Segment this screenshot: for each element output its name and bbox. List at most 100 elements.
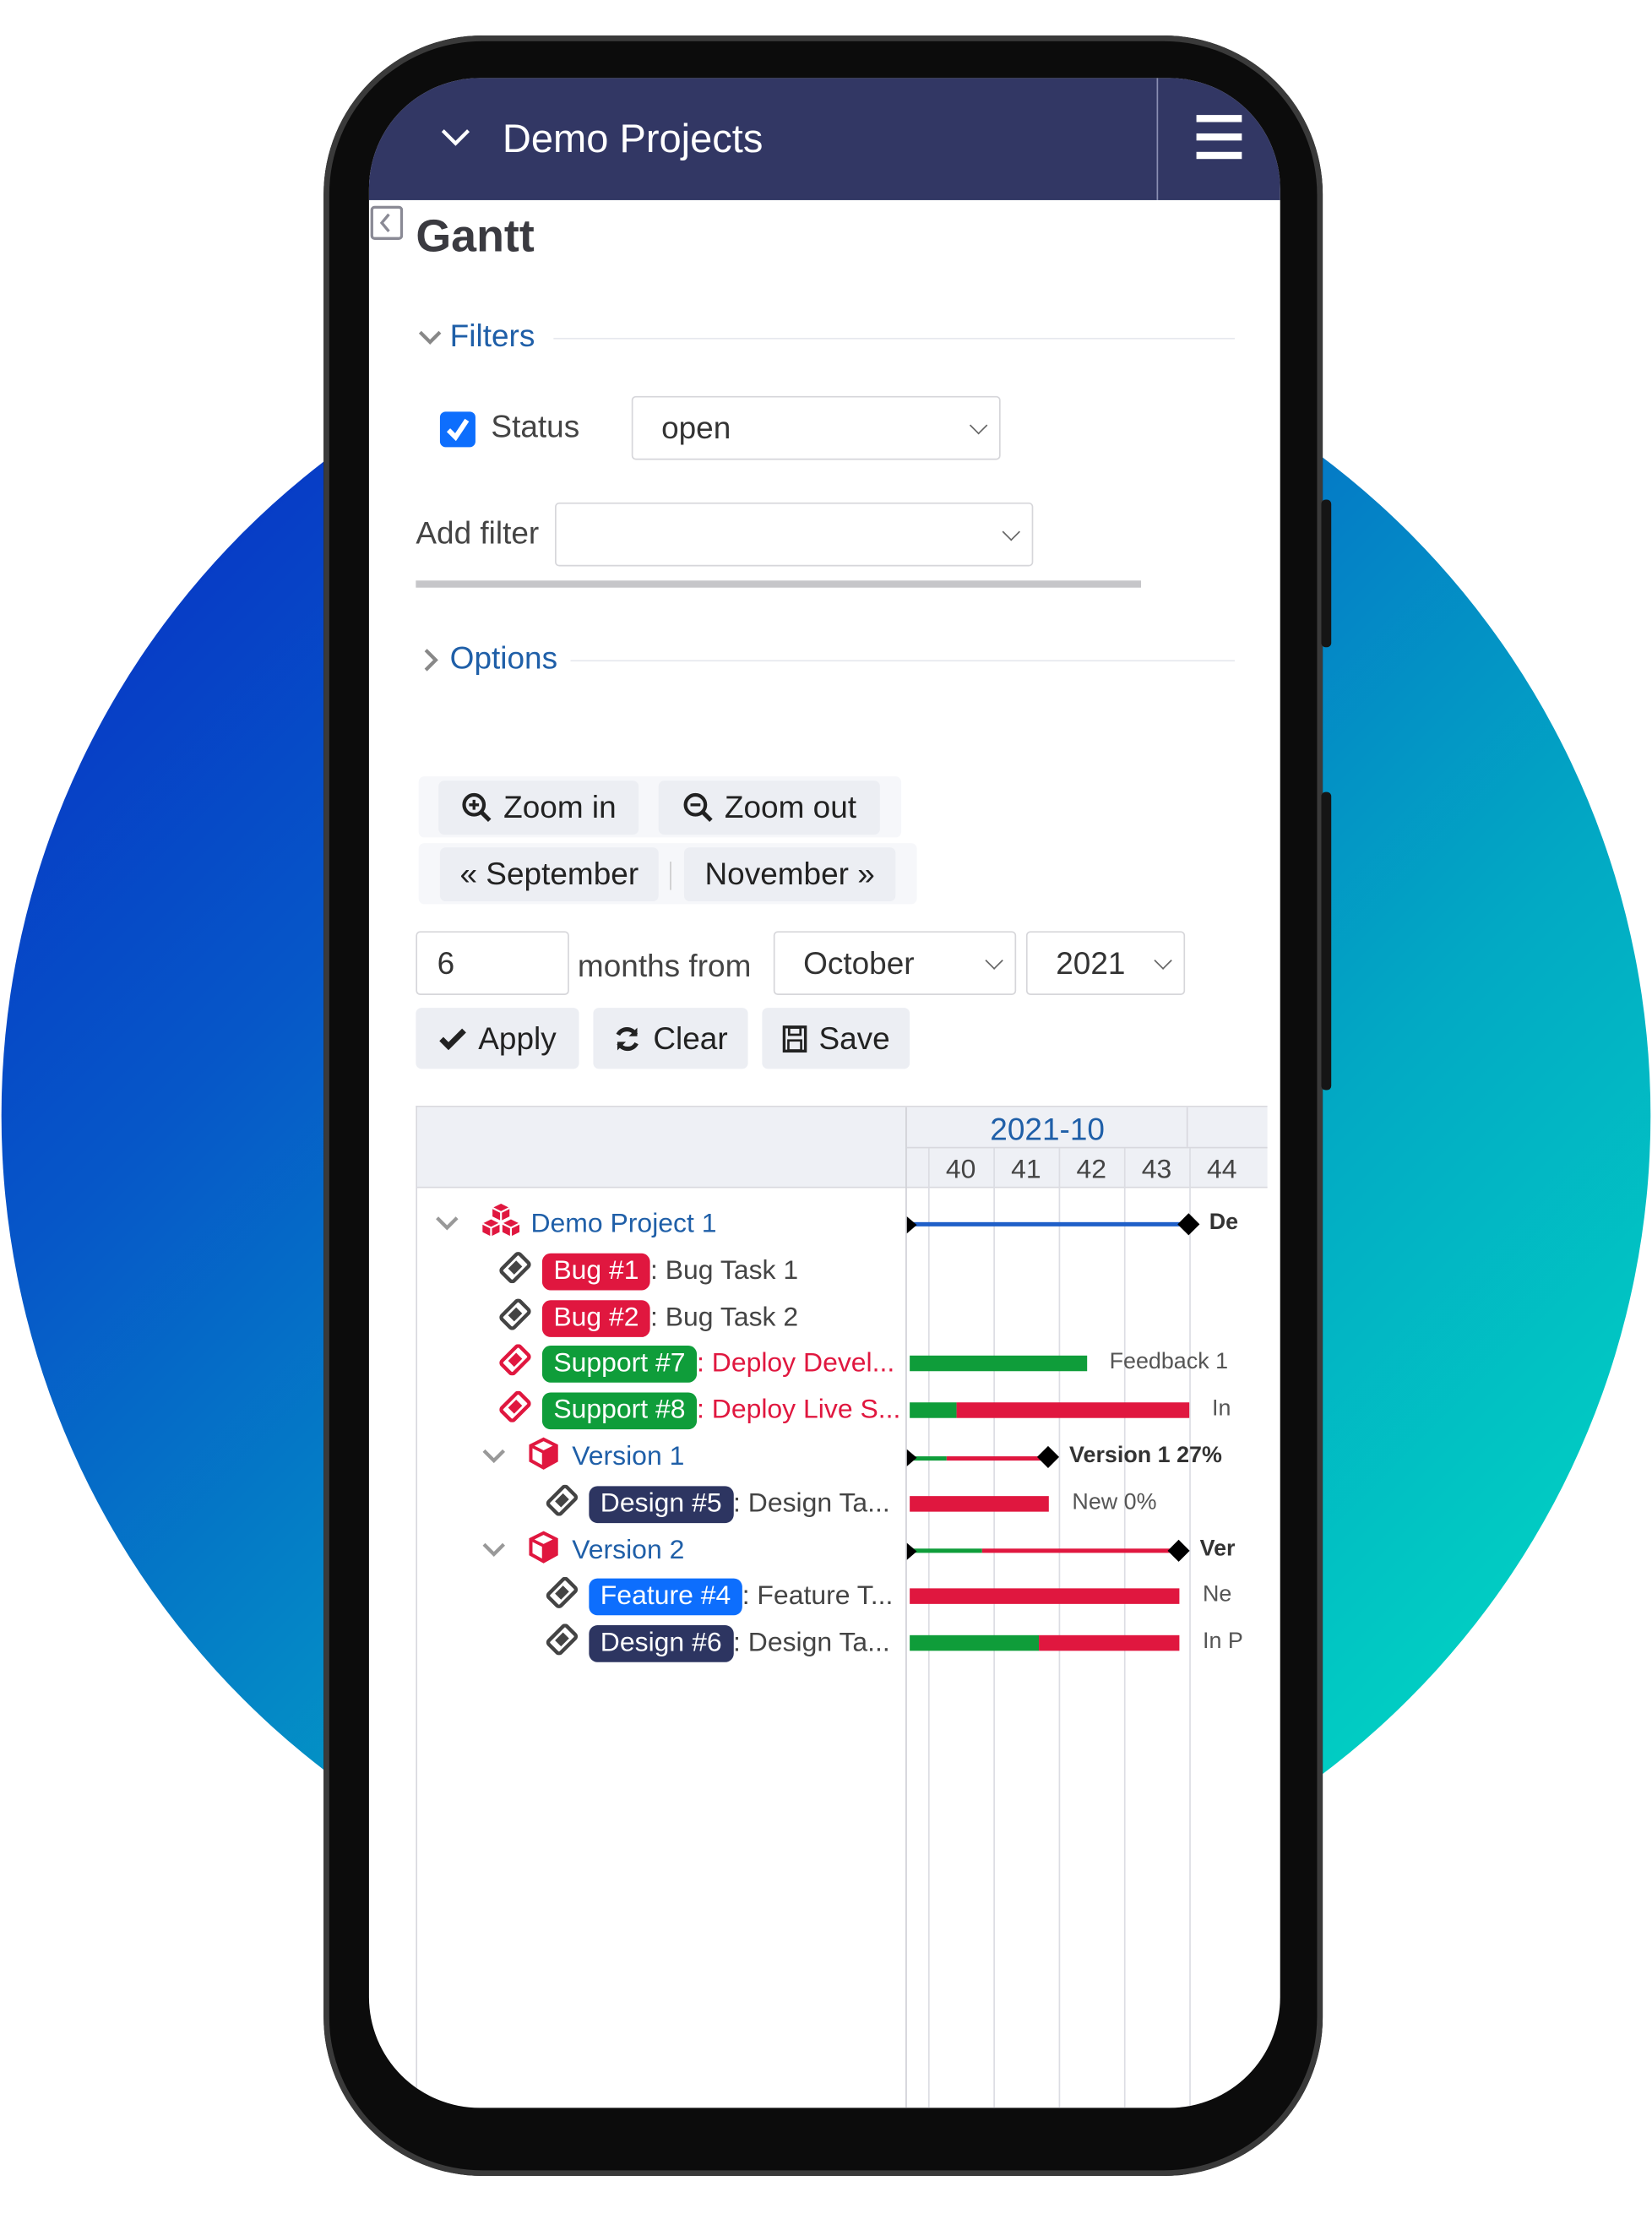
issue-bar-todo[interactable] [1039,1635,1181,1651]
project-bar[interactable] [909,1221,1190,1226]
chevron-down-icon[interactable] [481,1448,507,1465]
options-toggle[interactable]: Options [450,640,557,677]
project-selector[interactable]: Demo Projects [503,117,764,162]
check-icon [439,1027,466,1050]
sidebar-toggle-icon[interactable] [370,205,404,240]
version-name[interactable]: Version 1 [572,1442,684,1473]
next-month-button[interactable]: November » [683,847,896,902]
bar-label: De [1209,1210,1239,1235]
bar-label: In P [1203,1629,1243,1654]
week-header: 40 [945,1155,976,1186]
chevron-down-icon[interactable] [417,329,443,346]
apply-button[interactable]: Apply [416,1008,579,1069]
gantt-row-issue[interactable]: Bug #1: Bug Task 1 [417,1250,901,1292]
divider [553,337,1235,340]
gantt-splitter[interactable] [905,1107,907,2108]
clear-button[interactable]: Clear [593,1008,748,1069]
zoom-out-button[interactable]: Zoom out [658,780,880,835]
week-gridline [1058,1148,1061,2108]
divider [670,862,671,890]
version-name[interactable]: Version 2 [572,1536,684,1567]
issue-bar-done[interactable] [909,1635,1040,1651]
project-name[interactable]: Demo Project 1 [530,1210,716,1241]
add-filter-select[interactable] [555,502,1034,567]
ticket-icon [499,1390,531,1423]
status-select[interactable]: open [631,395,1001,460]
chevron-down-icon[interactable] [481,1541,507,1558]
months-input[interactable]: 6 [416,931,569,995]
previous-month-button[interactable]: « September [439,847,659,902]
issue-subject[interactable]: : Design Ta... [733,1629,890,1660]
issue-subject[interactable]: : Bug Task 1 [650,1256,798,1287]
tracker-badge[interactable]: Design #5 [589,1486,734,1523]
gantt-row-issue[interactable]: Support #7: Deploy Devel... [417,1343,901,1385]
tracker-badge[interactable]: Feature #4 [589,1579,742,1616]
tracker-badge[interactable]: Bug #2 [541,1299,651,1337]
phone-power-button [1321,791,1332,1091]
gantt-row-issue[interactable]: Design #5: Design Ta... [417,1483,901,1526]
save-icon [782,1025,807,1052]
milestone-diamond [1037,1445,1060,1469]
start-marker [906,1216,917,1234]
bar-label: Feedback 1 [1109,1350,1229,1375]
gantt-row-issue[interactable]: Feature #4: Feature T... [417,1576,901,1618]
divider [570,660,1235,662]
status-checkbox[interactable] [439,411,475,448]
gantt-row-project[interactable]: Demo Project 1 [417,1203,903,1246]
chevron-right-icon[interactable] [423,647,440,672]
bar-label: New 0% [1072,1490,1157,1515]
version-cube-icon [529,1530,558,1564]
version-bar-todo[interactable] [947,1455,1050,1460]
gantt-row-issue[interactable]: Bug #2: Bug Task 2 [417,1297,901,1339]
tracker-badge[interactable]: Design #6 [589,1625,734,1663]
issue-bar-done[interactable] [909,1402,958,1419]
week-header: 42 [1076,1155,1106,1186]
tracker-badge[interactable]: Support #7 [541,1346,698,1384]
week-header: 43 [1141,1155,1172,1186]
hamburger-icon[interactable] [1185,106,1256,171]
status-value: open [661,409,731,445]
ticket-icon [499,1251,531,1283]
top-bar: Demo Projects [368,78,1280,200]
issue-subject[interactable]: : Bug Task 2 [650,1303,798,1334]
year-select[interactable]: 2021 [1025,931,1186,995]
week-gridline [1123,1148,1126,2108]
version-bar-todo[interactable] [982,1548,1181,1553]
gantt-row-issue[interactable]: Design #6: Design Ta... [417,1623,901,1665]
ticket-icon [546,1624,579,1656]
issue-bar-done[interactable] [909,1356,1087,1372]
tracker-badge[interactable]: Bug #1 [541,1253,651,1291]
issue-bar-todo[interactable] [957,1402,1190,1419]
project-cubes-icon [481,1203,520,1237]
zoom-in-button[interactable]: Zoom in [438,780,639,835]
week-gridline [1189,1148,1191,2108]
issue-subject[interactable]: : Design Ta... [733,1488,890,1520]
gantt-row-issue[interactable]: Support #8: Deploy Live S... [417,1390,901,1432]
year-value: 2021 [1056,944,1126,981]
issue-subject[interactable]: : Deploy Devel... [697,1349,894,1380]
chevron-down-icon[interactable] [440,128,471,148]
issue-subject[interactable]: : Deploy Live S... [697,1395,900,1427]
save-button[interactable]: Save [762,1008,910,1069]
status-label: Status [491,408,580,444]
ticket-icon [546,1577,579,1609]
tracker-badge[interactable]: Support #8 [541,1392,698,1430]
next-month-label: November » [704,856,875,892]
week-header: 41 [1011,1155,1041,1186]
gantt-row-version[interactable]: Version 1 [417,1437,903,1479]
month-value: October [803,944,915,981]
issue-bar-todo[interactable] [909,1589,1181,1605]
issue-subject[interactable]: : Feature T... [742,1582,894,1613]
months-value: 6 [437,944,455,981]
issue-bar-todo[interactable] [909,1495,1050,1512]
ticket-icon [499,1297,531,1330]
chevron-down-icon [969,416,988,434]
gantt-row-version[interactable]: Version 2 [417,1530,903,1572]
version-bar-done[interactable] [909,1548,983,1553]
filters-toggle[interactable]: Filters [450,318,535,355]
zoom-in-icon [461,792,492,823]
filters-divider [416,580,1142,588]
chevron-down-icon[interactable] [434,1215,459,1232]
month-select[interactable]: October [773,931,1017,995]
zoom-out-icon [682,792,712,823]
